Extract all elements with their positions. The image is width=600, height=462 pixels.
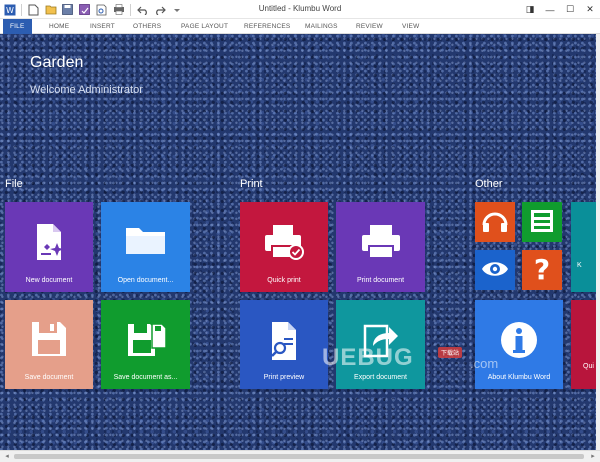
watermark-badge: 下载站: [438, 347, 463, 358]
floppy-disk-icon: [30, 320, 68, 360]
about-label: About Klumbu Word: [487, 374, 551, 381]
tab-file[interactable]: FILE: [3, 19, 32, 34]
close-icon[interactable]: ✕: [580, 0, 600, 19]
tab-mailings[interactable]: MAILINGS: [305, 19, 338, 34]
save-document-label: Save document: [24, 374, 74, 381]
view-tile[interactable]: [475, 250, 515, 290]
folder-icon: [123, 222, 169, 260]
help-tile[interactable]: ?: [522, 250, 562, 290]
window-title: Untitled - Klumbu Word: [258, 4, 342, 13]
save-document-as-tile[interactable]: Save document as...: [101, 300, 190, 389]
printer-icon: [359, 222, 403, 264]
tab-view[interactable]: VIEW: [402, 19, 419, 34]
partial-tile-top[interactable]: K: [571, 202, 596, 292]
minimize-icon[interactable]: —: [540, 0, 560, 19]
save-as-icon: [124, 320, 168, 362]
watermark-domain: .com: [470, 356, 499, 371]
partial-tile-bottom[interactable]: Qui: [571, 300, 596, 389]
ribbon-display-icon[interactable]: ◨: [520, 0, 540, 19]
maximize-icon[interactable]: ☐: [560, 0, 580, 19]
eye-icon: [481, 260, 509, 280]
group-title-other: Other: [475, 178, 503, 190]
vertical-scrollbar[interactable]: [596, 34, 600, 450]
window-controls: ◨ — ☐ ✕: [520, 0, 600, 19]
quick-print-icon: [262, 222, 306, 264]
print-preview-icon: [266, 320, 302, 364]
group-title-print: Print: [240, 178, 263, 190]
quick-print-label: Quick print: [267, 277, 301, 284]
print-document-tile[interactable]: Print document: [336, 202, 425, 292]
partial-tile-bottom-label: Qui: [583, 363, 594, 370]
save-document-as-label: Save document as...: [113, 374, 178, 381]
horizontal-scroll-thumb[interactable]: [14, 454, 584, 459]
backstage-view: Garden Welcome Administrator File Print …: [0, 34, 596, 450]
tab-home[interactable]: HOME: [49, 19, 69, 34]
new-document-label: New document: [25, 277, 73, 284]
open-document-label: Open document...: [117, 277, 174, 284]
tab-others[interactable]: OTHERS: [133, 19, 161, 34]
ribbon-tabs: FILE HOME INSERT OTHERS PAGE LAYOUT REFE…: [0, 19, 600, 34]
scan-tile[interactable]: [522, 202, 562, 242]
new-document-tile[interactable]: New document: [5, 202, 93, 292]
tab-references[interactable]: REFERENCES: [244, 19, 290, 34]
svg-text:?: ?: [534, 255, 550, 283]
info-icon: [499, 320, 539, 362]
print-preview-tile[interactable]: Print preview: [240, 300, 328, 389]
horizontal-scrollbar[interactable]: ◂ ▸: [0, 450, 600, 462]
print-preview-label: Print preview: [263, 374, 305, 381]
scanner-icon: [529, 208, 555, 236]
quick-print-tile[interactable]: Quick print: [240, 202, 328, 292]
about-tile[interactable]: About Klumbu Word: [475, 300, 563, 389]
question-mark-icon: ?: [532, 253, 552, 286]
support-tile[interactable]: [475, 202, 515, 242]
tab-review[interactable]: REVIEW: [356, 19, 383, 34]
page-title: Garden: [30, 54, 84, 71]
tab-insert[interactable]: INSERT: [90, 19, 115, 34]
group-title-file: File: [5, 178, 23, 190]
watermark-text: UEBUG: [322, 344, 414, 371]
export-document-label: Export document: [354, 374, 407, 381]
welcome-text: Welcome Administrator: [30, 84, 143, 96]
title-bar: W Untitled - Klumbu Word ◨ — ☐ ✕: [0, 0, 600, 19]
new-document-icon: [31, 222, 67, 264]
partial-tile-top-label: K: [577, 262, 582, 269]
save-document-tile[interactable]: Save document: [5, 300, 93, 389]
scroll-right-icon[interactable]: ▸: [588, 452, 598, 462]
tab-page-layout[interactable]: PAGE LAYOUT: [181, 19, 228, 34]
print-document-label: Print document: [356, 277, 405, 284]
open-document-tile[interactable]: Open document...: [101, 202, 190, 292]
scroll-left-icon[interactable]: ◂: [2, 452, 12, 462]
headphones-icon: [481, 209, 509, 235]
